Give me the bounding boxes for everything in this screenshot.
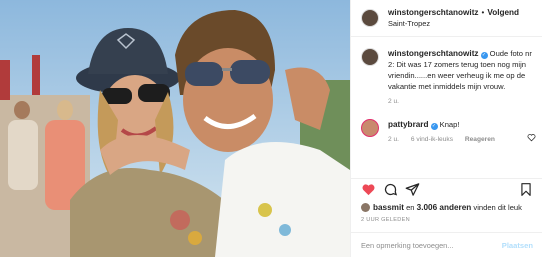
- author-username[interactable]: winstongerschtanowitz: [388, 8, 479, 17]
- caption-body: winstongerschtanowitz ✓ Oude foto nr 2: D…: [388, 48, 536, 107]
- caption-time[interactable]: 2 u.: [388, 98, 399, 105]
- comment-text: Knap!: [439, 120, 460, 129]
- likes-count[interactable]: 3.006 anderen: [417, 203, 472, 212]
- commenter-avatar[interactable]: [361, 119, 379, 137]
- heart-icon[interactable]: [361, 182, 376, 197]
- photo-illustration: [0, 0, 350, 257]
- post-photo[interactable]: [0, 0, 350, 257]
- post-timestamp[interactable]: 2 UUR GELEDEN: [361, 217, 410, 223]
- action-icons-row: [361, 182, 533, 200]
- post-comment-button[interactable]: Plaatsen: [502, 241, 533, 250]
- comment-icon[interactable]: [383, 182, 398, 197]
- likes-connector: en: [406, 203, 415, 212]
- verified-badge-icon: ✓: [430, 123, 438, 130]
- post-location[interactable]: Saint-Tropez: [388, 18, 519, 29]
- instagram-post: winstongerschtanowitz • Volgend Saint-Trop…: [0, 0, 542, 257]
- post-actions: bassmit en 3.006 anderen vinden dit leuk…: [351, 178, 542, 257]
- follow-status-button[interactable]: Volgend: [487, 8, 519, 17]
- post-header: winstongerschtanowitz • Volgend Saint-Trop…: [351, 0, 542, 37]
- share-icon[interactable]: [405, 182, 420, 197]
- comment-like-heart-icon[interactable]: [527, 133, 536, 142]
- comments-section: winstongerschtanowitz ✓ Oude foto nr 2: D…: [361, 48, 536, 145]
- header-separator: •: [481, 8, 485, 17]
- add-comment-bar: Plaatsen: [351, 232, 542, 257]
- post-header-text: winstongerschtanowitz • Volgend Saint-Trop…: [388, 7, 519, 29]
- likes-summary: bassmit en 3.006 anderen vinden dit leuk: [361, 203, 522, 212]
- comment-meta: 2 u. 6 vind-ik-leuks Reageren: [388, 134, 536, 145]
- likes-suffix: vinden dit leuk: [473, 203, 522, 212]
- comment-likes[interactable]: 6 vind-ik-leuks: [411, 136, 453, 143]
- comment-item: pattybrard ✓ Knap! 2 u. 6 vind-ik-leuks R…: [361, 119, 536, 145]
- comment-input[interactable]: [361, 241, 502, 250]
- comment-username[interactable]: pattybrard: [388, 120, 429, 129]
- caption-meta: 2 u.: [388, 96, 536, 107]
- comment-time[interactable]: 2 u.: [388, 136, 399, 143]
- bookmark-icon[interactable]: [519, 182, 533, 197]
- liker-avatar[interactable]: [361, 203, 370, 212]
- verified-badge-icon: ✓: [480, 52, 488, 59]
- reply-button[interactable]: Reageren: [465, 136, 495, 143]
- author-avatar[interactable]: [361, 9, 379, 27]
- comment-body: pattybrard ✓ Knap! 2 u. 6 vind-ik-leuks R…: [388, 119, 536, 145]
- caption: winstongerschtanowitz ✓ Oude foto nr 2: D…: [361, 48, 536, 107]
- caption-author-avatar[interactable]: [361, 48, 379, 66]
- caption-username[interactable]: winstongerschtanowitz: [388, 49, 479, 58]
- liker-username[interactable]: bassmit: [373, 203, 404, 212]
- post-side-panel: winstongerschtanowitz • Volgend Saint-Trop…: [350, 0, 542, 257]
